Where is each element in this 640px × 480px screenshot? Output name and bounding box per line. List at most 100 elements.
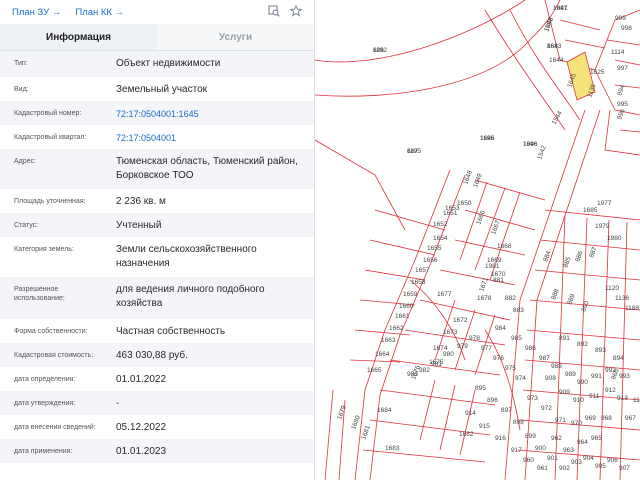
info-row-cadastral-number: Кадастровый номер: 72:17:0504001:1645: [0, 101, 314, 125]
parcel-label: 1659: [403, 291, 418, 298]
parcel-label: 906: [607, 457, 618, 464]
parcel-label: 967: [625, 415, 636, 422]
info-row-address: Адрес: Тюменская область, Тюменский райо…: [0, 149, 314, 189]
info-row-status: Статус: Учтенный: [0, 213, 314, 237]
parcel-label: 905: [595, 463, 606, 470]
parcel-label: 881: [493, 277, 504, 284]
tab-bar: Информация Услуги: [0, 24, 314, 51]
parcel-label: 1668: [497, 243, 512, 250]
cadastral-map-canvas[interactable]: 6866871646164616411642164316441645162511…: [315, 0, 640, 480]
date-determination-value: 01.01.2022: [116, 374, 167, 385]
parcel-label: 995: [617, 101, 628, 108]
parcel-label: 883: [513, 307, 524, 314]
parcel-label: 969: [585, 415, 596, 422]
info-panel: План ЗУ → План КК → Информация Услуги Ти…: [0, 0, 315, 480]
parcel-label: 882: [505, 295, 516, 302]
parcel-label: 884: [542, 250, 552, 263]
parcel-label: 1683: [385, 445, 400, 452]
parcel-label: 885: [562, 256, 572, 269]
parcel-label: 983: [407, 371, 418, 378]
parcel-label: 917: [511, 447, 522, 454]
status-label: Статус:: [14, 222, 39, 229]
parcel-label: 1658: [411, 279, 426, 286]
tab-information[interactable]: Информация: [0, 24, 157, 50]
parcel-label: 908: [545, 375, 556, 382]
parcel-label: 888: [550, 288, 560, 301]
parcel-label: 1196: [480, 135, 494, 142]
parcel-label: 1996: [523, 141, 538, 148]
info-row-date-application: дата применения: 01.01.2023: [0, 439, 314, 463]
parcel-label: 907: [619, 465, 630, 472]
parcel-label: 904: [583, 455, 594, 462]
cadastral-number-label: Кадастровый номер:: [14, 110, 82, 117]
parcel-label: 1654: [433, 235, 448, 242]
parcel-label: 1662: [389, 325, 404, 332]
parcel-label: 980: [443, 351, 454, 358]
info-row-area: Площадь уточненная: 2 236 кв. м: [0, 189, 314, 213]
parcel-label: 868: [547, 43, 558, 50]
parcel-label: 890: [580, 300, 590, 313]
parcel-label: 902: [559, 465, 570, 472]
parcel-label: 1625: [590, 69, 605, 76]
parcel-label: 897: [501, 407, 512, 414]
info-row-date-entry: дата внесения сведений: 05.12.2022: [0, 415, 314, 439]
parcel-label: 1981: [485, 263, 500, 270]
cadastral-map[interactable]: 686 687 1646 1646 1641 1642 1643 1644 1645 1625 11…: [315, 0, 640, 480]
parcel-label: 891: [559, 335, 570, 342]
parcel-label: 1663: [381, 337, 396, 344]
parcel-label: 896: [487, 397, 498, 404]
cadastral-number-link[interactable]: 72:17:0504001:1645: [116, 108, 308, 122]
parcel-label: 1656: [423, 257, 438, 264]
parcel-label: 914: [465, 410, 476, 417]
parcel-label: 1648: [462, 169, 474, 185]
cadastral-quarter-link[interactable]: 72:17:0504001: [116, 132, 308, 146]
parcel-label: 992: [605, 367, 616, 374]
parcel-label: 985: [511, 335, 522, 342]
parcel-label: 909: [559, 389, 570, 396]
parcel-label: 912: [605, 387, 616, 394]
parcel-label: 893: [595, 347, 606, 354]
parcel-label: 963: [563, 447, 574, 454]
parcel-label: 1997: [553, 5, 568, 12]
parcel-label: 911: [589, 393, 600, 400]
info-row-cadastral-quarter: Кадастровый квартал: 72:17:0504001: [0, 125, 314, 149]
parcel-label: 1677: [437, 291, 452, 298]
parcel-label: 898: [513, 419, 524, 426]
status-value: Учтенный: [116, 220, 162, 231]
parcel-label: 999: [615, 15, 626, 22]
parcel-label: 1672: [453, 317, 468, 324]
parcel-label: 1665: [367, 367, 382, 374]
parcel-label: 903: [571, 459, 582, 466]
date-determination-label: дата определения:: [14, 376, 76, 383]
plan-kk-link[interactable]: План КК →: [75, 7, 124, 18]
parcel-label: 974: [515, 375, 526, 382]
parcel-label: 973: [527, 395, 538, 402]
parcel-label: 1998: [543, 16, 555, 32]
top-bar: План ЗУ → План КК →: [0, 0, 314, 24]
parcel-label: 1678: [477, 295, 492, 302]
parcel-label: 1120: [605, 285, 619, 292]
star-icon[interactable]: [290, 5, 302, 17]
land-category-label: Категория земель:: [14, 246, 74, 253]
parcel-label: 960: [523, 457, 534, 464]
parcel-label: 962: [551, 435, 562, 442]
parcel-label: 894: [613, 355, 624, 362]
parcel-label: 1652: [433, 221, 448, 228]
tab-services[interactable]: Услуги: [157, 24, 314, 50]
search-map-icon[interactable]: [268, 5, 280, 17]
parcel-label: 977: [481, 345, 492, 352]
parcel-label: 1673: [443, 329, 458, 336]
parcel-label: 970: [571, 420, 582, 427]
parcel-label: 984: [495, 325, 506, 332]
parcel-label: 1685: [583, 207, 598, 214]
cadastral-cost-label: Кадастровая стоимость:: [14, 352, 94, 359]
date-entry-label: дата внесения сведений:: [14, 424, 96, 431]
type-value: Объект недвижимости: [116, 58, 221, 69]
parcel-label: 915: [479, 423, 490, 430]
plan-zu-link[interactable]: План ЗУ →: [12, 7, 61, 18]
parcel-label: 975: [505, 365, 516, 372]
parcel-label: 1977: [597, 200, 612, 207]
parcel-label: 978: [469, 335, 480, 342]
date-entry-value: 05.12.2022: [116, 422, 167, 433]
parcel-label: 1979: [595, 223, 610, 230]
